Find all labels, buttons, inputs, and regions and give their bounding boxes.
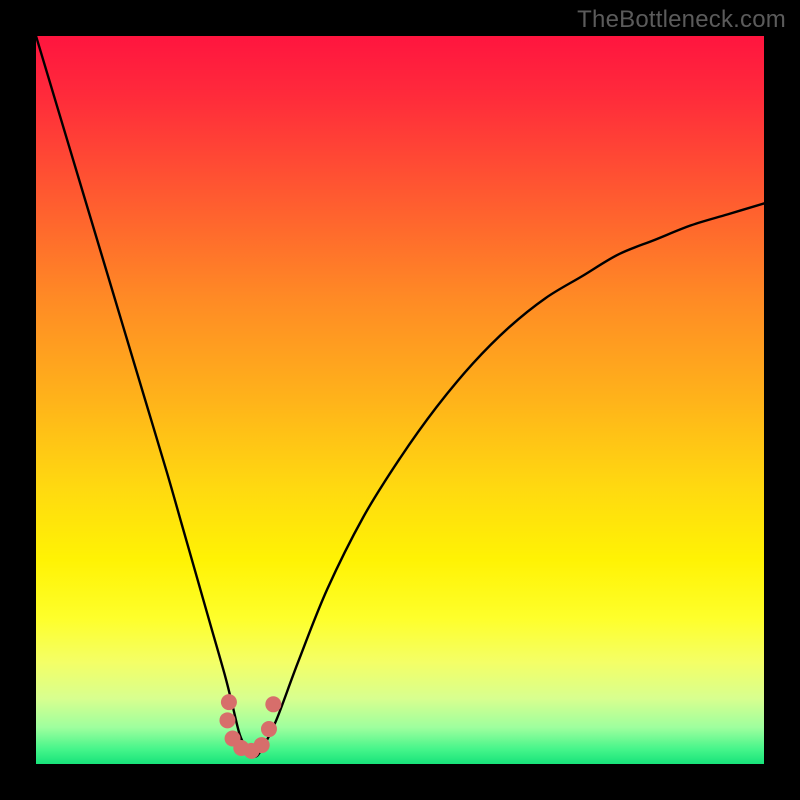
watermark-text: TheBottleneck.com xyxy=(577,6,786,34)
curve-layer xyxy=(36,36,764,764)
minimum-marker-dot xyxy=(219,712,235,728)
plot-area xyxy=(36,36,764,764)
minimum-marker-dot xyxy=(254,737,270,753)
chart-frame: TheBottleneck.com xyxy=(0,0,800,800)
bottleneck-curve xyxy=(36,36,764,757)
minimum-marker xyxy=(219,694,281,759)
minimum-marker-dot xyxy=(221,694,237,710)
minimum-marker-dot xyxy=(261,721,277,737)
minimum-marker-dot xyxy=(265,696,281,712)
